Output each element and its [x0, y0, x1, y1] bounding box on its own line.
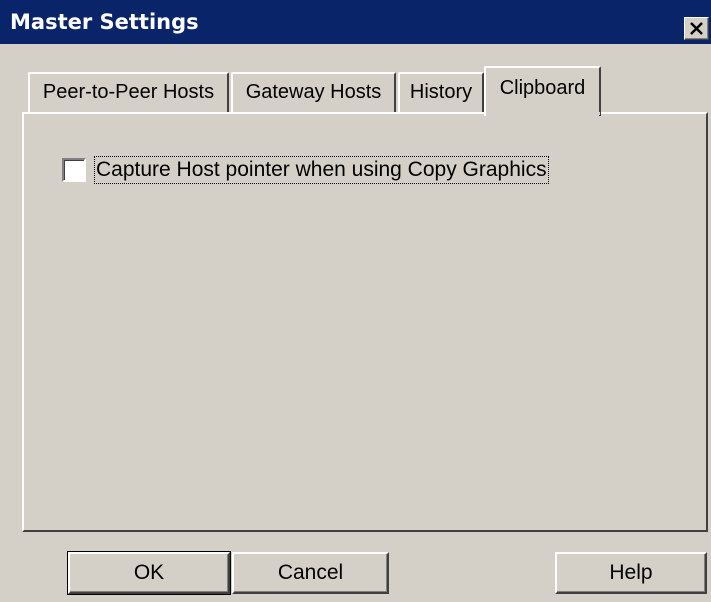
ok-button[interactable]: OK	[67, 551, 231, 595]
selected-tab-joint	[486, 112, 600, 115]
window-title: Master Settings	[10, 10, 199, 34]
tab-gateway-hosts[interactable]: Gateway Hosts	[231, 72, 396, 112]
capture-host-pointer-checkbox[interactable]	[62, 158, 86, 182]
master-settings-dialog: Master Settings Peer-to-Peer Hosts Gatew…	[0, 0, 711, 602]
capture-host-pointer-label[interactable]: Capture Host pointer when using Copy Gra…	[94, 156, 549, 184]
tab-label: Peer-to-Peer Hosts	[42, 81, 215, 103]
title-bar: Master Settings	[0, 0, 711, 44]
help-button[interactable]: Help	[555, 552, 707, 594]
close-icon	[690, 22, 703, 35]
tab-peer-to-peer-hosts[interactable]: Peer-to-Peer Hosts	[28, 72, 229, 112]
tab-history[interactable]: History	[398, 72, 484, 112]
tab-clipboard[interactable]: Clipboard	[484, 66, 601, 116]
cancel-button[interactable]: Cancel	[232, 552, 389, 594]
tab-label: History	[409, 81, 473, 103]
close-button[interactable]	[684, 17, 709, 40]
tab-label: Clipboard	[499, 77, 586, 99]
tab-label: Gateway Hosts	[245, 81, 382, 103]
